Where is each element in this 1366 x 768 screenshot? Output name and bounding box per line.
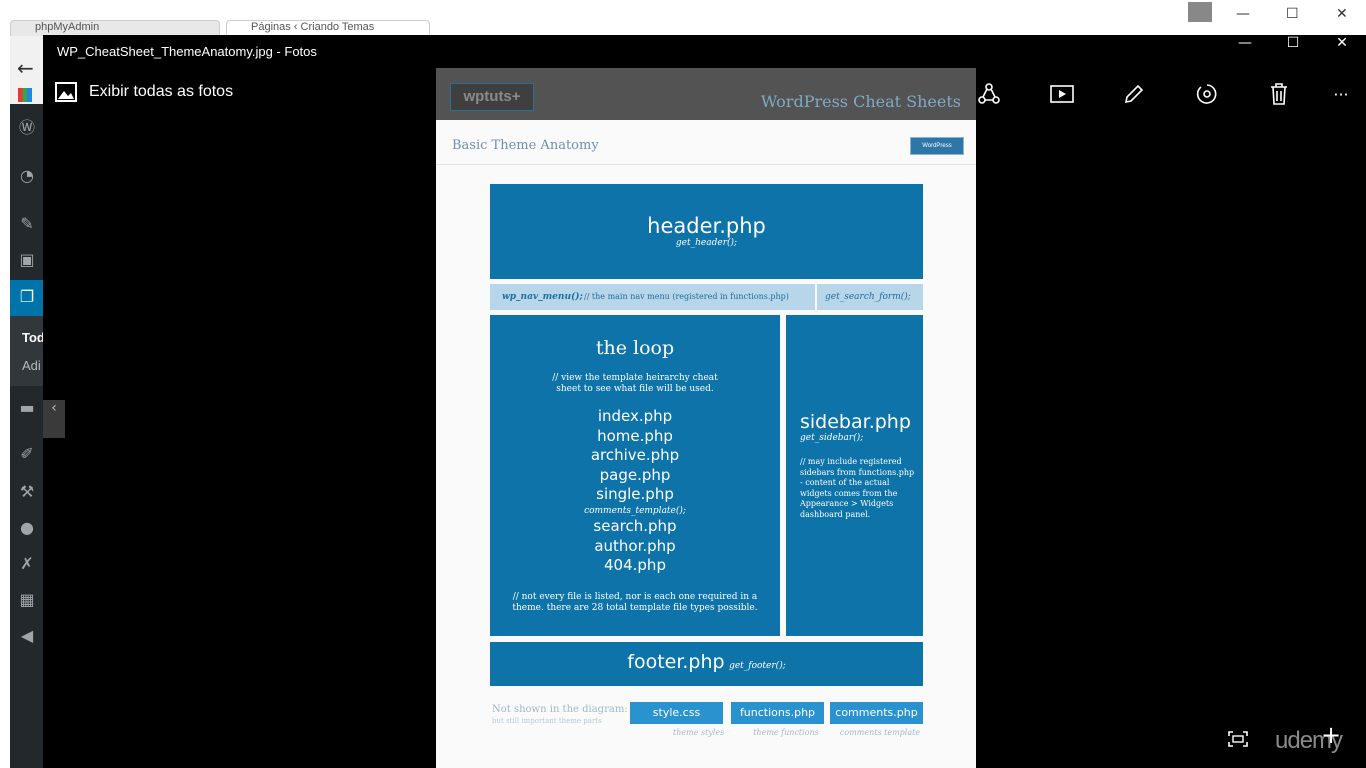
nav-bar-block: wp_nav_menu(); // the main nav menu (reg… bbox=[490, 284, 923, 310]
apps-grid-icon[interactable] bbox=[18, 88, 32, 102]
caption-functions: theme functions bbox=[753, 728, 819, 737]
footer-block: footer.php get_footer(); bbox=[490, 642, 923, 686]
dashboard-icon[interactable]: ◔ bbox=[10, 162, 44, 190]
show-all-label: Exibir todas as fotos bbox=[89, 83, 234, 100]
wordpress-badge: WordPress bbox=[910, 137, 964, 155]
sheet-heading: WordPress Cheat Sheets bbox=[760, 92, 961, 111]
image-icon bbox=[55, 82, 77, 102]
comments-icon[interactable]: ▬ bbox=[10, 394, 44, 422]
posts-pin-icon[interactable]: ✎ bbox=[10, 210, 44, 238]
rotate-icon bbox=[1196, 84, 1217, 104]
fit-screen-icon bbox=[1228, 731, 1248, 747]
browser-close-button[interactable]: ✕ bbox=[1336, 6, 1348, 22]
previous-photo-button[interactable]: ‹ bbox=[43, 400, 65, 438]
wp-admin-sidebar bbox=[10, 104, 44, 768]
submenu-item-add[interactable]: Adi bbox=[22, 358, 41, 373]
extra-style-css: style.css bbox=[630, 702, 723, 724]
browser-left-edge bbox=[0, 35, 10, 768]
loop-file-404: 404.php bbox=[604, 556, 666, 575]
browser-tab-phpmyadmin[interactable]: phpMyAdmin bbox=[10, 20, 220, 36]
nav-note: // the main nav menu (registered in func… bbox=[584, 292, 789, 301]
not-shown-label: Not shown in the diagram: bbox=[492, 704, 628, 715]
sidebar-block: sidebar.php get_sidebar(); // may includ… bbox=[786, 315, 923, 636]
header-function: get_header(); bbox=[675, 238, 738, 248]
media-icon[interactable]: ▣ bbox=[10, 246, 44, 274]
loop-file-archive: archive.php bbox=[590, 446, 680, 465]
browser-tabbar: phpMyAdmin Páginas ‹ Criando Temas — ☐ ✕ bbox=[0, 0, 1366, 36]
header-block: header.php get_header(); bbox=[490, 184, 923, 279]
wptuts-logo: wptuts+ bbox=[450, 83, 534, 111]
loop-note: // view the template heirarchy cheat she… bbox=[552, 373, 718, 394]
footer-title: footer.php bbox=[627, 651, 725, 673]
submenu-item-all[interactable]: Tod bbox=[22, 330, 45, 345]
loop-file-search: search.php bbox=[593, 516, 677, 535]
extra-functions-php: functions.php bbox=[731, 702, 824, 724]
back-arrow-icon[interactable]: ← bbox=[17, 56, 34, 80]
more-button[interactable]: ··· bbox=[1315, 68, 1366, 120]
appearance-icon[interactable]: ✐ bbox=[10, 440, 44, 468]
close-button[interactable]: ✕ bbox=[1318, 35, 1366, 68]
fit-to-window-button[interactable] bbox=[1228, 731, 1248, 752]
show-all-photos-button[interactable]: Exibir todas as fotos bbox=[55, 82, 233, 102]
slideshow-button[interactable] bbox=[1036, 68, 1088, 120]
zoom-in-icon[interactable]: + bbox=[1321, 721, 1341, 749]
pencil-icon bbox=[1124, 84, 1144, 104]
search-form-function: get_search_form(); bbox=[825, 292, 911, 302]
share-icon bbox=[978, 83, 1000, 104]
loop-title: the loop bbox=[595, 337, 675, 359]
users-icon[interactable]: ● bbox=[10, 514, 44, 542]
caption-comments: comments template bbox=[839, 728, 921, 737]
tab-label: phpMyAdmin bbox=[35, 21, 100, 33]
nav-divider bbox=[815, 284, 817, 310]
loop-file-author: author.php bbox=[594, 536, 676, 555]
minimize-button[interactable]: — bbox=[1221, 35, 1269, 68]
divider bbox=[436, 164, 976, 165]
tools-icon[interactable]: ✗ bbox=[10, 550, 44, 578]
not-shown-sublabel: but still important theme parts bbox=[492, 717, 602, 725]
maximize-button[interactable]: ☐ bbox=[1269, 35, 1317, 68]
loop-file-page: page.php bbox=[599, 465, 671, 484]
sheet-subheading: Basic Theme Anatomy bbox=[452, 138, 599, 153]
photos-window: WP_CheatSheet_ThemeAnatomy.jpg - Fotos —… bbox=[43, 35, 1366, 768]
settings-icon[interactable]: ▦ bbox=[10, 586, 44, 614]
window-title: WP_CheatSheet_ThemeAnatomy.jpg - Fotos bbox=[57, 44, 317, 59]
slideshow-icon bbox=[1050, 85, 1074, 103]
trash-icon bbox=[1271, 83, 1287, 105]
browser-tab-paginas[interactable]: Páginas ‹ Criando Temas bbox=[226, 20, 430, 36]
comments-template-function: comments_template(); bbox=[584, 505, 686, 516]
browser-minimize-button[interactable]: — bbox=[1236, 6, 1250, 22]
profile-icon[interactable] bbox=[1188, 2, 1212, 22]
loop-footnote: // not every file is listed, nor is each… bbox=[512, 591, 758, 613]
plugins-icon[interactable]: ⚒ bbox=[10, 478, 44, 506]
sidebar-title: sidebar.php bbox=[800, 411, 911, 433]
loop-file-single: single.php bbox=[596, 485, 674, 504]
extra-comments-php: comments.php bbox=[830, 702, 923, 724]
sidebar-note: // may include registered sidebars from … bbox=[800, 457, 915, 519]
header-title: header.php bbox=[647, 214, 766, 238]
footer-function: get_footer(); bbox=[729, 661, 786, 671]
loop-file-home: home.php bbox=[597, 426, 673, 445]
window-titlebar: WP_CheatSheet_ThemeAnatomy.jpg - Fotos —… bbox=[43, 35, 1366, 68]
sidebar-function: get_sidebar(); bbox=[800, 433, 864, 443]
loop-file-index: index.php bbox=[597, 407, 673, 425]
pages-icon[interactable]: ❐ bbox=[10, 283, 44, 311]
collapse-menu-icon[interactable]: ◀ bbox=[10, 622, 44, 650]
nav-function: wp_nav_menu(); bbox=[502, 292, 583, 302]
cheatsheet-image: wptuts+ WordPress Cheat Sheets Basic The… bbox=[436, 68, 976, 768]
tab-label: Páginas ‹ Criando Temas bbox=[251, 21, 375, 33]
edit-button[interactable] bbox=[1108, 68, 1160, 120]
loop-block: the loop // view the template heirarchy … bbox=[490, 315, 780, 636]
pages-submenu bbox=[10, 316, 44, 386]
rotate-button[interactable] bbox=[1181, 68, 1233, 120]
delete-button[interactable] bbox=[1253, 68, 1305, 120]
browser-maximize-button[interactable]: ☐ bbox=[1286, 6, 1299, 22]
wordpress-logo-icon[interactable]: Ⓦ bbox=[10, 114, 44, 142]
